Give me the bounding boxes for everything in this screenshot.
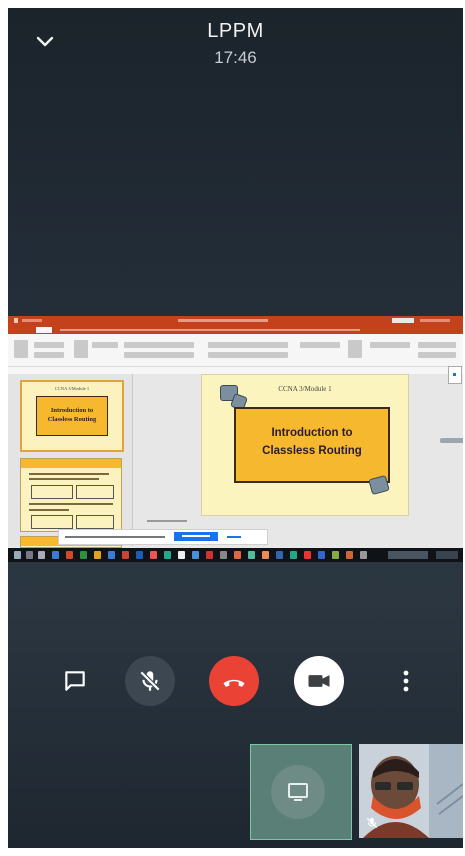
presentation-tile[interactable] [250, 744, 352, 840]
chat-icon [65, 671, 85, 691]
end-call-button[interactable] [209, 656, 259, 706]
video-call-screen: LPPM 17:46 CCNA 3/Module 1 Introduction … [8, 8, 463, 848]
slide-editor: CCNA 3/Module 1 Introduction to Classles… [133, 374, 463, 546]
side-hint [440, 438, 463, 443]
present-screen-icon [288, 783, 308, 801]
camera-button[interactable] [294, 656, 344, 706]
chat-button[interactable] [60, 666, 90, 696]
slide-thumbnail-panel: CCNA 3/Module 1 Introduction to Classles… [8, 374, 133, 548]
ribbon-toolbar [8, 334, 463, 375]
slide-thumbnail-2[interactable] [20, 458, 122, 532]
thumbnail-title-line1: Introduction to [50, 407, 94, 414]
slide-thumbnail-1[interactable]: CCNA 3/Module 1 Introduction to Classles… [20, 380, 124, 452]
slide-title-line1: Introduction to [271, 427, 353, 439]
more-vert-icon [403, 670, 409, 692]
call-end-icon [223, 679, 245, 687]
present-screen-button[interactable] [271, 765, 325, 819]
slide-title-line2: Classless Routing [262, 445, 362, 457]
mic-off-icon [139, 670, 161, 692]
thumbnail-header: CCNA 3/Module 1 [54, 386, 90, 391]
envelope-graphic [368, 474, 390, 496]
ribbon-tabs [8, 326, 463, 334]
mute-microphone-button[interactable] [125, 656, 175, 706]
windows-taskbar [8, 548, 463, 562]
current-slide[interactable]: CCNA 3/Module 1 Introduction to Classles… [201, 374, 409, 516]
thumbnail-title-line2: Classless Routing [47, 416, 97, 423]
app-title-bar [8, 316, 463, 326]
stop-sharing-button[interactable] [174, 532, 218, 541]
self-mic-muted [365, 816, 379, 830]
mic-off-icon [366, 817, 378, 829]
shared-screen: CCNA 3/Module 1 Introduction to Classles… [8, 316, 463, 562]
selection-handle [448, 366, 462, 384]
slide-title-box: Introduction to Classless Routing [234, 407, 390, 483]
videocam-icon [308, 675, 330, 687]
meeting-title: LPPM [207, 20, 264, 42]
more-options-button[interactable] [396, 666, 416, 696]
notes-placeholder[interactable] [147, 520, 187, 522]
call-time: 17:46 [214, 48, 257, 67]
screen-share-bar [58, 529, 268, 545]
self-video-tile[interactable] [359, 744, 463, 838]
thumbnail-title-box: Introduction to Classless Routing [36, 396, 108, 436]
